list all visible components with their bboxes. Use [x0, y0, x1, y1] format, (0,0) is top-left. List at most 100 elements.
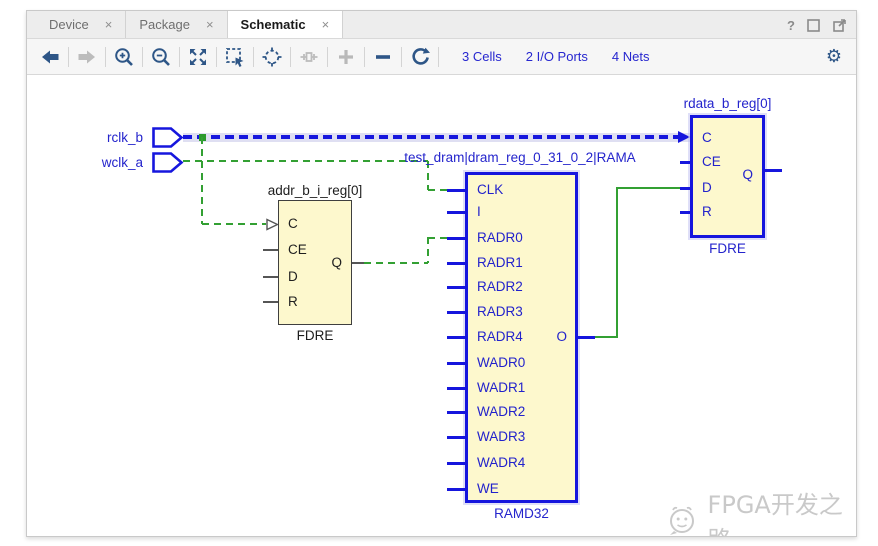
back-arrow-icon — [39, 46, 61, 68]
pin-label-radr4: RADR4 — [477, 328, 523, 346]
wechat-logo-icon — [665, 503, 699, 536]
tab-device-close-icon[interactable]: × — [105, 17, 113, 32]
pin-label-we: WE — [477, 480, 499, 498]
schematic-canvas[interactable]: rclk_b wclk_a addr_ — [27, 75, 856, 536]
pin-stub — [447, 336, 465, 339]
tab-device-label: Device — [49, 17, 89, 32]
expand-cone-button[interactable] — [296, 44, 322, 70]
pin-label-c: C — [702, 129, 712, 147]
pin-stub — [447, 411, 465, 414]
nets-link[interactable]: 4 Nets — [612, 49, 650, 64]
tab-schematic[interactable]: Schematic × — [228, 11, 344, 38]
pin-stub — [447, 262, 465, 265]
zoom-selection-icon — [224, 46, 246, 68]
expand-cone-icon — [298, 46, 320, 68]
cell-instance-label: addr_b_i_reg[0] — [255, 183, 375, 198]
help-icon[interactable]: ? — [787, 18, 795, 33]
pin-stub — [263, 249, 278, 251]
port-label-rclk_b: rclk_b — [67, 130, 143, 145]
input-port-wclk_a[interactable] — [152, 152, 184, 173]
tab-package[interactable]: Package × — [126, 11, 227, 38]
cell-rdata_b_reg[interactable]: C CE D R Q — [690, 115, 765, 238]
pin-label-o: O — [556, 328, 567, 346]
pin-stub — [447, 462, 465, 465]
zoom-in-button[interactable] — [111, 44, 137, 70]
zoom-in-icon — [113, 46, 135, 68]
pin-stub — [447, 311, 465, 314]
net-ram-o-h1[interactable] — [595, 336, 617, 338]
pin-label-c: C — [288, 215, 298, 233]
remove-from-schematic-button[interactable] — [370, 44, 396, 70]
toolbar-separator — [401, 47, 402, 67]
pin-label-q: Q — [742, 166, 753, 184]
pin-label-q: Q — [331, 254, 342, 272]
net-branch-to-addr-c[interactable] — [202, 223, 266, 225]
io-ports-link[interactable]: 2 I/O Ports — [526, 49, 588, 64]
zoom-to-selection-button[interactable] — [222, 44, 248, 70]
forward-button[interactable] — [74, 44, 100, 70]
tab-package-close-icon[interactable]: × — [206, 17, 214, 32]
window-controls: ? — [787, 11, 847, 39]
net-branch-vertical[interactable] — [201, 137, 203, 224]
cells-link[interactable]: 3 Cells — [462, 49, 502, 64]
cell-ref-label: FDRE — [690, 241, 765, 256]
cell-ref-label: FDRE — [278, 328, 352, 343]
net-wclk_a-jog[interactable] — [427, 161, 429, 190]
net-addr-q-to-radr0[interactable] — [428, 237, 447, 239]
pin-label-radr0: RADR0 — [477, 229, 523, 247]
toolbar-separator — [179, 47, 180, 67]
net-ram-o-vertical[interactable] — [616, 187, 618, 338]
pin-label-wadr1: WADR1 — [477, 379, 525, 397]
pin-label-r: R — [288, 293, 298, 311]
pin-label-clk: CLK — [477, 181, 503, 199]
pin-stub — [447, 387, 465, 390]
input-port-rclk_b[interactable] — [152, 127, 184, 148]
zoom-fit-button[interactable] — [185, 44, 211, 70]
toolbar-separator — [68, 47, 69, 67]
settings-gear-icon[interactable]: ⚙ — [826, 46, 842, 67]
pin-stub — [680, 161, 690, 164]
pin-stub — [447, 286, 465, 289]
net-wclk_a-to-clk[interactable] — [428, 189, 447, 191]
toolbar-separator — [290, 47, 291, 67]
pin-stub — [263, 276, 278, 278]
cell-addr_b_i_reg[interactable]: C CE D R Q — [278, 200, 352, 325]
pin-stub — [447, 237, 465, 240]
add-to-schematic-button[interactable] — [333, 44, 359, 70]
cell-instance-label: rdata_b_reg[0] — [667, 96, 788, 111]
autofit-selection-icon — [261, 46, 283, 68]
pin-label-r: R — [702, 203, 712, 221]
tab-device[interactable]: Device × — [36, 11, 126, 38]
pin-stub — [447, 436, 465, 439]
maximize-icon[interactable] — [806, 18, 821, 33]
pin-stub — [680, 187, 690, 190]
zoom-fit-icon — [187, 46, 209, 68]
pin-stub — [447, 488, 465, 491]
forward-arrow-icon — [76, 46, 98, 68]
port-label-wclk_a: wclk_a — [67, 155, 143, 170]
pin-stub-q — [765, 169, 782, 172]
cell-ramd32[interactable]: CLK I RADR0 RADR1 RADR2 RADR3 RADR4 WADR… — [465, 172, 578, 503]
tab-schematic-close-icon[interactable]: × — [322, 17, 330, 32]
toolbar-separator — [216, 47, 217, 67]
pin-label-wadr4: WADR4 — [477, 454, 525, 472]
pin-label-ce: CE — [288, 241, 307, 259]
regenerate-layout-button[interactable] — [407, 44, 433, 70]
pin-stub — [447, 362, 465, 365]
pin-stub — [447, 211, 465, 214]
net-rclk_b[interactable] — [183, 135, 678, 139]
net-ram-o-to-d[interactable] — [617, 187, 680, 189]
pin-label-wadr0: WADR0 — [477, 354, 525, 372]
net-addr-q-jog[interactable] — [427, 237, 429, 263]
pin-stub-addr-q — [352, 262, 364, 264]
net-addr-q[interactable] — [364, 262, 428, 264]
toolbar-separator — [142, 47, 143, 67]
float-window-icon[interactable] — [832, 18, 847, 33]
tab-schematic-label: Schematic — [241, 17, 306, 32]
autofit-selection-button[interactable] — [259, 44, 285, 70]
pin-label-ce: CE — [702, 153, 721, 171]
back-button[interactable] — [37, 44, 63, 70]
pin-label-wadr2: WADR2 — [477, 403, 525, 421]
zoom-out-button[interactable] — [148, 44, 174, 70]
cell-ref-label: RAMD32 — [465, 506, 578, 521]
